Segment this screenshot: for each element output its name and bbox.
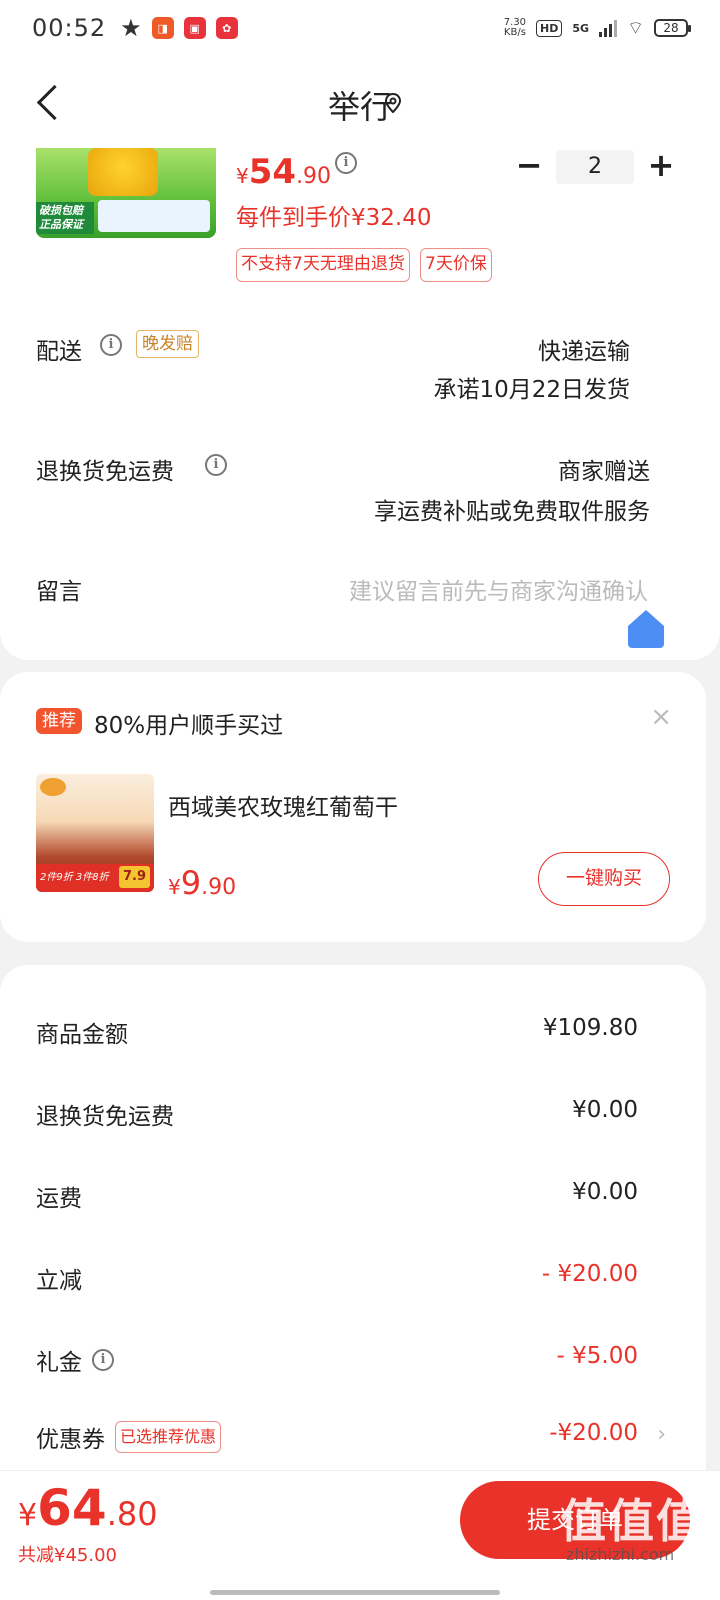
signal-icon bbox=[599, 19, 618, 37]
late-compensation-tag: 晚发赔 bbox=[136, 330, 199, 358]
notification-icons: ★ ◨ ▣ ✿ bbox=[120, 14, 238, 42]
location-icon[interactable] bbox=[383, 92, 403, 114]
product-image-badge: 破损包赔正品保证 bbox=[36, 202, 94, 234]
summary-row-goods: 商品金额 ¥109.80 bbox=[36, 1015, 638, 1048]
summary-row-discount: 立减 - ¥20.00 bbox=[36, 1261, 638, 1294]
recommend-item-promo: 2件9折 3件8折 7.9 bbox=[36, 864, 154, 892]
page-title: 举行 bbox=[327, 88, 392, 126]
app-icon-2: ▣ bbox=[183, 17, 206, 39]
quantity-input[interactable]: 2 bbox=[556, 150, 634, 184]
app-icon-3: ✿ bbox=[215, 17, 238, 39]
no-return-tag: 不支持7天无理由退货 bbox=[236, 248, 410, 282]
recommend-tag: 推荐 bbox=[36, 708, 82, 734]
price-protect-tag: 7天价保 bbox=[420, 248, 492, 282]
status-right-icons: 7.30 KB/s HD 5G ⌔ 28 bbox=[503, 17, 691, 40]
shipping-label: 配送 bbox=[36, 339, 82, 365]
return-shipping-info-icon[interactable]: i bbox=[205, 454, 227, 476]
product-image[interactable]: 破损包赔正品保证 bbox=[36, 148, 216, 238]
total-saved: 共减¥45.00 bbox=[18, 1545, 117, 1566]
coupon-value[interactable]: -¥20.00 bbox=[549, 1420, 638, 1446]
return-shipping-detail: 享运费补贴或免费取件服务 bbox=[374, 499, 650, 525]
recommend-title: 80%用户顺手买过 bbox=[94, 713, 284, 739]
coupon-tag: 已选推荐优惠 bbox=[115, 1421, 222, 1453]
status-bar: 00:52 ★ ◨ ▣ ✿ 7.30 KB/s HD 5G ⌔ 28 bbox=[0, 0, 720, 56]
product-image-fruit bbox=[88, 148, 158, 196]
star-icon: ★ bbox=[120, 14, 142, 42]
brand-logo bbox=[40, 778, 66, 796]
recommend-card: 推荐 80%用户顺手买过 × 2件9折 3件8折 7.9 西域美农玫瑰红葡萄干 … bbox=[0, 672, 706, 942]
one-click-buy-button[interactable]: 一键购买 bbox=[538, 852, 670, 906]
increase-button[interactable]: + bbox=[644, 149, 678, 184]
summary-row-gift-money: 礼金 i - ¥5.00 bbox=[36, 1343, 638, 1376]
quantity-stepper: − 2 + bbox=[512, 149, 678, 184]
coupon-label: 优惠券 bbox=[36, 1427, 105, 1453]
status-time: 00:52 bbox=[32, 14, 107, 42]
net-speed: 7.30 KB/s bbox=[503, 17, 527, 38]
shipping-info-icon[interactable]: i bbox=[100, 334, 122, 356]
decrease-button[interactable]: − bbox=[512, 149, 546, 184]
recommend-item-image[interactable]: 2件9折 3件8折 7.9 bbox=[36, 774, 154, 892]
summary-row-coupon[interactable]: 优惠券 已选推荐优惠 -¥20.00 › bbox=[0, 1420, 706, 1460]
gift-money-label: 礼金 bbox=[36, 1350, 82, 1376]
return-shipping-value: 商家赠送 bbox=[558, 459, 650, 485]
chevron-right-icon[interactable]: › bbox=[657, 1422, 666, 1447]
wifi-icon: ⌔ bbox=[627, 17, 644, 39]
message-input[interactable]: 建议留言前先与商家沟通确认 bbox=[349, 572, 648, 606]
recommend-item-price: ¥9.90 bbox=[168, 864, 237, 902]
message-label: 留言 bbox=[36, 579, 82, 605]
page-header: 举行 bbox=[0, 56, 720, 152]
close-icon[interactable]: × bbox=[650, 702, 672, 732]
summary-row-return-shipping: 退换货免运费 ¥0.00 bbox=[36, 1097, 638, 1130]
shipping-promise: 承诺10月22日发货 bbox=[433, 377, 630, 403]
return-shipping-label: 退换货免运费 bbox=[36, 459, 174, 485]
app-icon-1: ◨ bbox=[151, 17, 174, 39]
shipping-method[interactable]: 快递运输 bbox=[538, 332, 630, 366]
total-price: ¥64.80 bbox=[18, 1479, 158, 1537]
home-indicator[interactable] bbox=[210, 1590, 500, 1595]
product-price: ¥54.90 bbox=[236, 152, 332, 192]
summary-row-freight: 运费 ¥0.00 bbox=[36, 1179, 638, 1212]
each-price: 每件到手价¥32.40 bbox=[236, 205, 432, 231]
price-info-icon[interactable]: i bbox=[335, 152, 357, 174]
price-summary-card: 商品金额 ¥109.80 退换货免运费 ¥0.00 运费 ¥0.00 立减 - … bbox=[0, 965, 706, 1485]
battery-icon: 28 bbox=[654, 19, 691, 37]
product-image-strip bbox=[98, 200, 210, 232]
floating-home-icon[interactable] bbox=[628, 610, 664, 648]
checkout-bar: ¥64.80 共减¥45.00 提交订单 值值值 zhizhizhi.com bbox=[0, 1470, 720, 1600]
watermark-url: zhizhizhi.com bbox=[566, 1545, 675, 1564]
order-item-card: 破损包赔正品保证 ¥54.90 i − 2 + 每件到手价¥32.40 不支持7… bbox=[0, 148, 720, 660]
gift-money-info-icon[interactable]: i bbox=[92, 1349, 114, 1371]
hd-icon: HD bbox=[536, 19, 563, 37]
watermark: 值值值 bbox=[560, 1494, 704, 1548]
recommend-item-name[interactable]: 西域美农玫瑰红葡萄干 bbox=[168, 788, 398, 822]
network-label: 5G bbox=[572, 21, 590, 35]
